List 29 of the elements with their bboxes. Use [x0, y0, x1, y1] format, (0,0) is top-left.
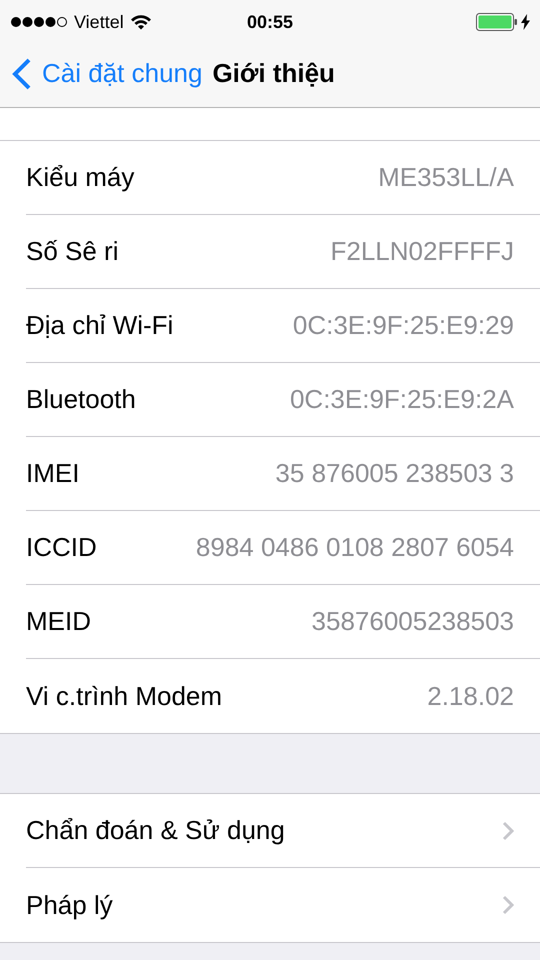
field-value: F2LLN02FFFFJ [330, 236, 514, 267]
field-label: Bluetooth [26, 384, 137, 415]
page-title: Giới thiệu [212, 58, 335, 89]
field-value: 0C:3E:9F:25:E9:29 [292, 310, 514, 341]
field-value: ME353LL/A [378, 162, 514, 193]
field-label: IMEI [26, 458, 80, 489]
field-value: 0C:3E:9F:25:E9:2A [290, 384, 514, 415]
clock-time: 00:55 [246, 12, 294, 32]
field-label: MEID [26, 606, 92, 637]
chevron-right-icon [502, 820, 514, 840]
back-button[interactable]: Cài đặt chung [12, 58, 202, 90]
field-label: Địa chỉ Wi-Fi [26, 310, 174, 341]
field-value: 35876005238503 [312, 606, 514, 637]
field-value: 35 876005 238503 3 [275, 458, 514, 489]
field-label: Kiểu máy [26, 162, 136, 193]
wifi-icon [130, 14, 152, 30]
field-label: ICCID [26, 532, 98, 563]
carrier-name: Viettel [74, 12, 124, 32]
chevron-left-icon [12, 58, 32, 90]
field-label: Vi c.trình Modem [26, 680, 224, 712]
field-label: Số Sê ri [26, 236, 120, 267]
menu-item[interactable]: Chẩn đoán & Sử dụng [0, 794, 540, 868]
menu-item[interactable]: Pháp lý [0, 868, 540, 942]
signal-icon [10, 16, 68, 28]
field-value: 2.18.02 [427, 680, 514, 712]
charging-icon [521, 14, 530, 30]
field-value: 8984 0486 0108 2807 6054 [196, 532, 514, 563]
chevron-right-icon [502, 895, 514, 915]
battery-icon [476, 13, 518, 31]
